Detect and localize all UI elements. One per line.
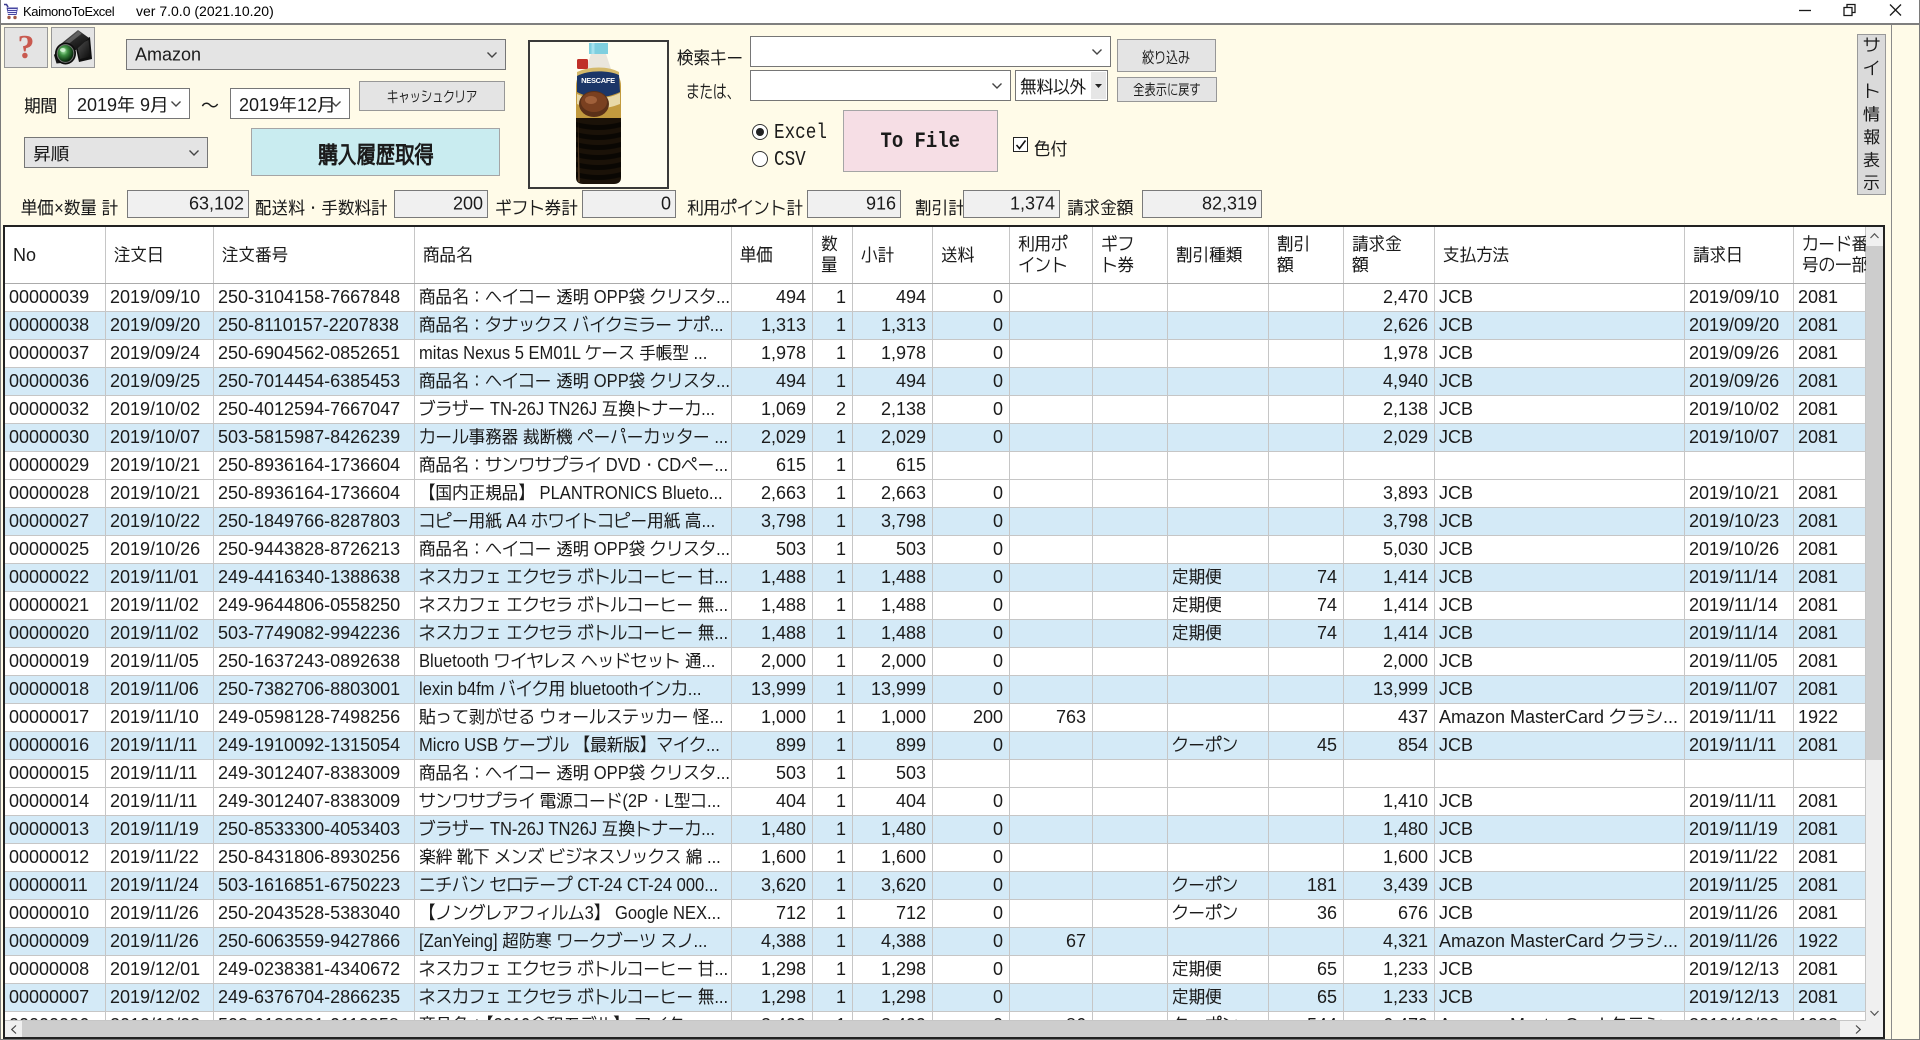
- svg-text:NESCAFE: NESCAFE: [581, 76, 615, 85]
